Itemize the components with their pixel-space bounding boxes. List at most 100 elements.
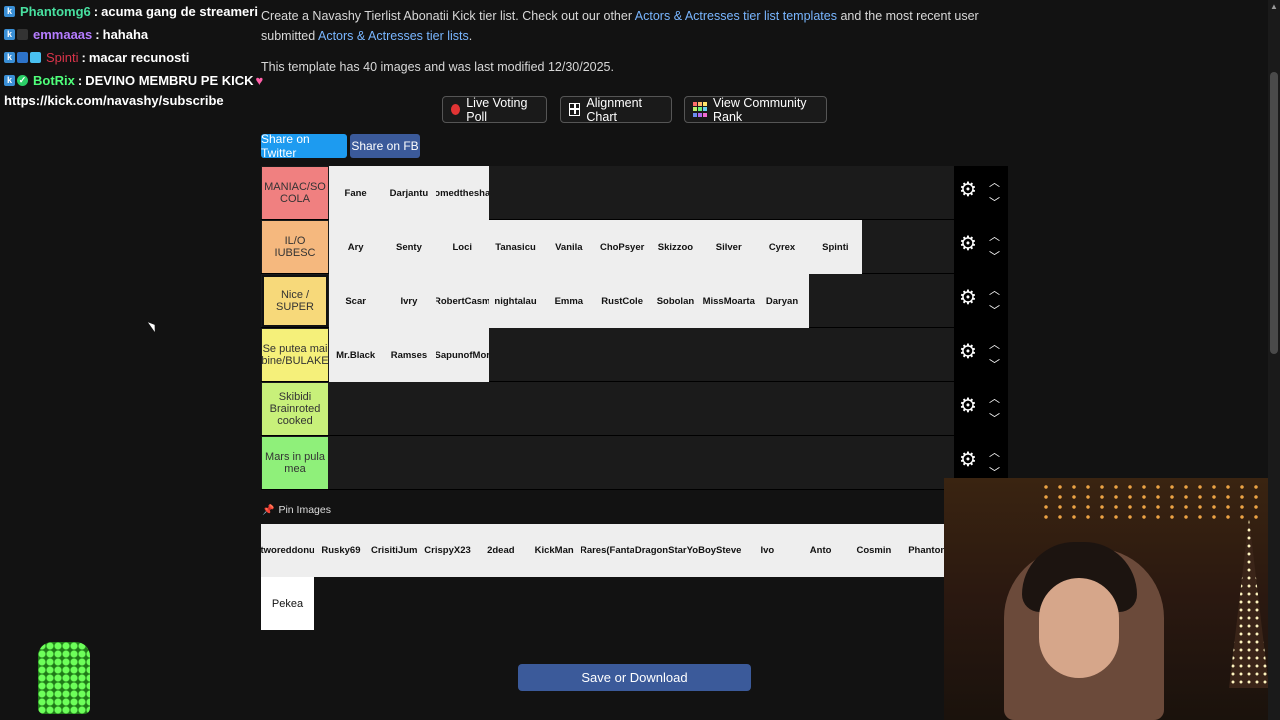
tier-item[interactable]: Skizzoo	[648, 220, 703, 274]
tier-label[interactable]: Mars in pula mea	[262, 437, 328, 489]
tier-item[interactable]: Darjantu	[382, 166, 436, 220]
tier-label[interactable]: Se putea mai bine/BULAKE	[261, 329, 329, 381]
chevron-up-icon[interactable]: ︿	[989, 336, 1000, 352]
tier-item[interactable]: Ivry	[382, 274, 436, 328]
chat-message: k emmaaas : hahaha	[4, 27, 148, 42]
chat-link[interactable]: https://kick.com/navashy/subscribe	[4, 93, 224, 108]
tier-item[interactable]: Loci	[435, 220, 489, 274]
pin-images-toggle[interactable]: 📌 Pin Images	[262, 504, 331, 516]
tier-item[interactable]: nightalau	[488, 274, 543, 328]
chevron-down-icon[interactable]: ﹀	[989, 410, 1000, 426]
tier-label[interactable]: Skibidi Brainroted cooked	[262, 383, 328, 435]
live-voting-button[interactable]: Live Voting Poll	[442, 96, 547, 124]
tier-item[interactable]: SapunofMor	[435, 328, 489, 382]
verified-badge-icon: ✓	[17, 75, 28, 86]
templates-link[interactable]: Actors & Actresses tier list templates	[635, 9, 837, 23]
chat-message: k Phantomg6 : acuma gang de streameri	[4, 4, 258, 19]
heart-icon: ♥	[255, 73, 264, 88]
tier-item[interactable]: omedthesha	[435, 166, 489, 220]
pool-item[interactable]: DragonStar	[634, 524, 688, 577]
user-lists-link[interactable]: Actors & Actresses tier lists	[318, 29, 469, 43]
tier-item[interactable]: Scar	[329, 274, 383, 328]
tier-item[interactable]: Ramses	[382, 328, 436, 382]
tier-item[interactable]: Mr.Black	[329, 328, 383, 382]
mouse-cursor-icon	[147, 319, 159, 333]
intro-suffix: .	[468, 29, 473, 43]
pin-images-label: Pin Images	[278, 504, 331, 516]
chevron-down-icon[interactable]: ﹀	[989, 194, 1000, 210]
pool-item[interactable]: Anto	[793, 524, 848, 577]
gear-icon[interactable]: ⚙	[959, 396, 977, 416]
share-twitter-button[interactable]: Share on Twitter	[261, 132, 347, 160]
record-icon	[451, 104, 461, 115]
gear-icon[interactable]: ⚙	[959, 342, 977, 362]
chat-username: emmaaas	[33, 27, 93, 42]
tier-row: Mars in pula mea	[261, 436, 954, 490]
pool-item[interactable]: CrisitiJum	[367, 524, 421, 577]
image-pool-row2: Pekea	[261, 577, 314, 630]
tier-label[interactable]: MANIAC/SO COLA	[262, 167, 328, 219]
tier-row: MANIAC/SO COLA Fane Darjantu omedthesha	[261, 166, 954, 220]
christmas-tree	[1229, 518, 1269, 688]
tier-controls: ⚙ ︿ ﹀	[954, 274, 1008, 328]
gear-icon[interactable]: ⚙	[959, 288, 977, 308]
tier-controls: ⚙ ︿ ﹀	[954, 328, 1008, 382]
tier-item[interactable]: Ary	[329, 220, 383, 274]
tier-item[interactable]: Emma	[542, 274, 596, 328]
kick-badge-icon: k	[4, 29, 15, 40]
save-download-button[interactable]: Save or Download	[518, 664, 751, 691]
chevron-up-icon[interactable]: ︿	[989, 390, 1000, 406]
pool-item[interactable]: Cosmin	[847, 524, 901, 577]
chevron-up-icon[interactable]: ︿	[989, 282, 1000, 298]
tier-item[interactable]: RustCole	[595, 274, 649, 328]
gear-icon[interactable]: ⚙	[959, 234, 977, 254]
tier-label[interactable]: IL/O IUBESC	[262, 221, 328, 273]
pool-item[interactable]: CrispyX23	[420, 524, 475, 577]
tier-item[interactable]: Cyrex	[755, 220, 809, 274]
tier-controls: ⚙ ︿ ﹀	[954, 382, 1008, 436]
tier-item[interactable]: Spinti	[808, 220, 862, 274]
pool-item[interactable]: Rusky69	[314, 524, 368, 577]
tier-controls: ⚙ ︿ ﹀	[954, 220, 1008, 274]
chat-username: Spinti	[46, 50, 79, 65]
alignment-chart-button[interactable]: Alignment Chart	[560, 96, 672, 124]
gear-icon[interactable]: ⚙	[959, 450, 977, 470]
chat-text: acuma gang de streameri	[101, 4, 258, 19]
tier-label[interactable]: Nice / SUPER	[262, 275, 328, 327]
tier-item[interactable]: MissMoarta	[702, 274, 756, 328]
chevron-up-icon[interactable]: ︿	[989, 228, 1000, 244]
chevron-up-icon[interactable]: ︿	[989, 444, 1000, 460]
chevron-up-icon[interactable]: ︿	[989, 174, 1000, 190]
pool-item[interactable]: YoBoySteve	[687, 524, 741, 577]
pool-item[interactable]: Pekea	[261, 577, 314, 630]
tier-item[interactable]: Senty	[382, 220, 436, 274]
chat-username: BotRix	[33, 73, 75, 88]
chat-message: k ✓ BotRix : DEVINO MEMBRU PE KICK ♥	[4, 73, 263, 88]
pool-item[interactable]: Rares(Fanta	[580, 524, 635, 577]
kick-badge-icon: k	[4, 52, 15, 63]
tier-item[interactable]: Tanasicu	[488, 220, 543, 274]
pool-item[interactable]: KickMan	[527, 524, 581, 577]
community-rank-button[interactable]: View Community Rank	[684, 95, 827, 124]
tier-item[interactable]: RobertCasm	[435, 274, 489, 328]
tier-item[interactable]: Sobolan	[648, 274, 703, 328]
pool-item[interactable]: 2dead	[474, 524, 528, 577]
tier-item[interactable]: ChoPsyer	[595, 220, 649, 274]
tier-item[interactable]: Vanila	[542, 220, 596, 274]
tier-item[interactable]: Daryan	[755, 274, 809, 328]
share-fb-button[interactable]: Share on FB	[350, 134, 420, 158]
mascot-image	[38, 642, 90, 714]
pool-item[interactable]: tworeddonu	[261, 524, 315, 577]
page-scrollbar[interactable]: ▲	[1268, 0, 1280, 720]
gear-icon[interactable]: ⚙	[959, 180, 977, 200]
community-rank-label: View Community Rank	[713, 95, 807, 124]
scroll-thumb[interactable]	[1270, 72, 1278, 354]
chevron-down-icon[interactable]: ﹀	[989, 356, 1000, 372]
scroll-up-arrow-icon[interactable]: ▲	[1270, 2, 1278, 11]
tier-item[interactable]: Fane	[329, 166, 383, 220]
chevron-down-icon[interactable]: ﹀	[989, 248, 1000, 264]
tier-item[interactable]: Silver	[702, 220, 756, 274]
pool-item[interactable]: Ivo	[740, 524, 794, 577]
tier-controls: ⚙ ︿ ﹀	[954, 166, 1008, 220]
chevron-down-icon[interactable]: ﹀	[989, 302, 1000, 318]
